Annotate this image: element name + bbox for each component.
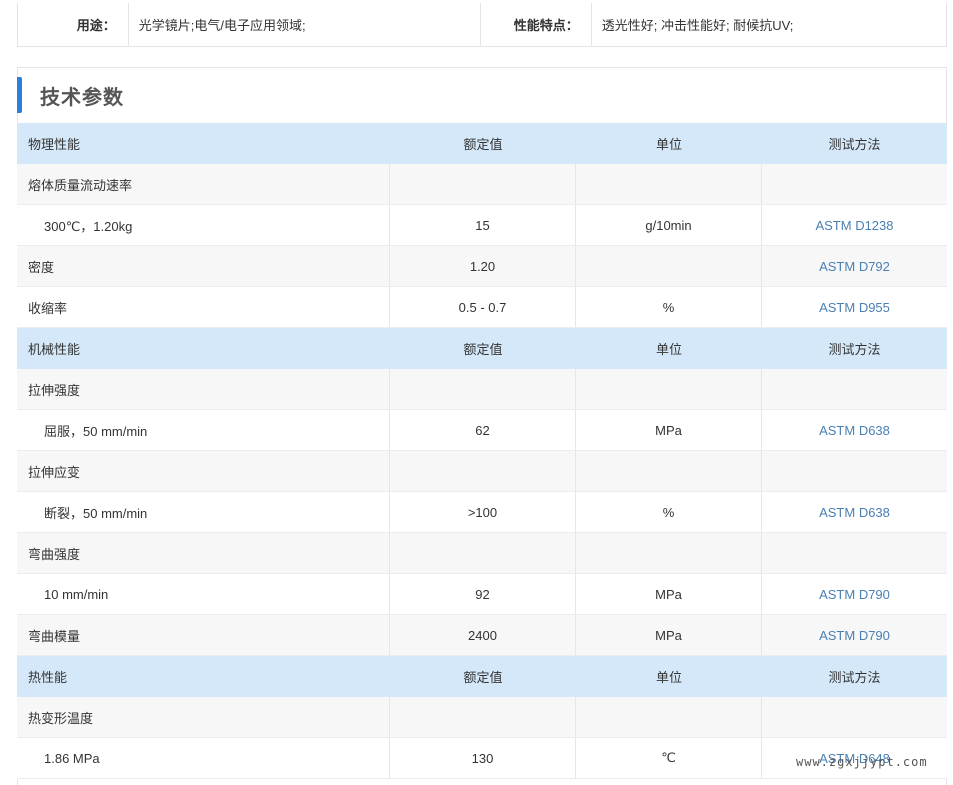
param-name: 热变形温度 bbox=[17, 697, 390, 737]
group-header-unit: 单位 bbox=[655, 136, 682, 152]
param-name: 收缩率 bbox=[17, 287, 390, 327]
group-header-unit: 单位 bbox=[655, 669, 682, 685]
group-header-name: 热性能 bbox=[28, 669, 68, 685]
usage-label: 用途： bbox=[18, 3, 129, 46]
param-name: 拉伸应变 bbox=[17, 451, 390, 491]
test-method-link bbox=[762, 164, 947, 204]
group-header-method: 测试方法 bbox=[828, 669, 881, 685]
param-value: 2400 bbox=[390, 615, 576, 655]
param-unit bbox=[576, 451, 762, 491]
group-header-value: 额定值 bbox=[463, 136, 503, 152]
params-table: 物理性能 额定值 单位 测试方法 熔体质量流动速率 300℃，1.20kg 15 g/10mi… bbox=[17, 123, 947, 779]
param-value bbox=[390, 451, 576, 491]
section-header: 技术参数 bbox=[17, 68, 946, 123]
test-method-link[interactable]: ASTM D792 bbox=[762, 246, 947, 286]
param-value bbox=[390, 697, 576, 737]
param-row: 拉伸应变 bbox=[17, 451, 947, 492]
param-row: 弯曲模量 2400 MPa ASTM D790 bbox=[17, 615, 947, 656]
test-method-link bbox=[762, 369, 947, 409]
group-header-row: 机械性能 额定值 单位 测试方法 bbox=[17, 328, 947, 369]
param-value: 1.20 bbox=[390, 246, 576, 286]
test-method-link bbox=[762, 533, 947, 573]
param-name: 拉伸强度 bbox=[17, 369, 390, 409]
group-header-name: 物理性能 bbox=[28, 136, 81, 152]
param-unit: g/10min bbox=[576, 205, 762, 245]
param-row: 熔体质量流动速率 bbox=[17, 164, 947, 205]
param-name: 熔体质量流动速率 bbox=[17, 164, 390, 204]
param-name: 密度 bbox=[17, 246, 390, 286]
param-name: 1.86 MPa bbox=[17, 738, 390, 778]
param-name: 300℃，1.20kg bbox=[17, 205, 390, 245]
test-method-link[interactable]: ASTM D638 bbox=[762, 492, 947, 532]
param-row: 热变形温度 bbox=[17, 697, 947, 738]
param-row: 断裂，50 mm/min >100% ASTM D638 bbox=[17, 492, 947, 533]
param-value bbox=[390, 533, 576, 573]
param-value: 15 bbox=[390, 205, 576, 245]
param-name: 10 mm/min bbox=[17, 574, 390, 614]
param-name: 弯曲模量 bbox=[17, 615, 390, 655]
param-row: 收缩率 0.5 - 0.7% ASTM D955 bbox=[17, 287, 947, 328]
group-header-name: 机械性能 bbox=[28, 341, 81, 357]
features-value: 透光性好; 冲击性能好; 耐候抗UV; bbox=[601, 18, 794, 33]
group-header-row: 物理性能 额定值 单位 测试方法 bbox=[17, 123, 947, 164]
param-row: 密度 1.20 ASTM D792 bbox=[17, 246, 947, 287]
test-method-link bbox=[762, 451, 947, 491]
test-method-link bbox=[762, 697, 947, 737]
group-header-method: 测试方法 bbox=[828, 341, 881, 357]
param-name: 屈服，50 mm/min bbox=[17, 410, 390, 450]
group-header-unit: 单位 bbox=[655, 341, 682, 357]
param-unit bbox=[576, 533, 762, 573]
param-unit: MPa bbox=[576, 574, 762, 614]
section-accent-bar bbox=[17, 77, 22, 113]
test-method-link[interactable]: ASTM D1238 bbox=[762, 205, 947, 245]
param-row: 300℃，1.20kg 15 g/10min ASTM D1238 bbox=[17, 205, 947, 246]
param-row: 拉伸强度 bbox=[17, 369, 947, 410]
param-value: 62 bbox=[390, 410, 576, 450]
param-unit bbox=[576, 246, 762, 286]
param-row: 弯曲强度 bbox=[17, 533, 947, 574]
param-unit bbox=[576, 164, 762, 204]
param-value: >100 bbox=[390, 492, 576, 532]
test-method-link[interactable]: ASTM D955 bbox=[762, 287, 947, 327]
param-value: 0.5 - 0.7 bbox=[390, 287, 576, 327]
usage-value: 光学镜片;电气/电子应用领域; bbox=[129, 3, 481, 46]
watermark: www.zgxjjypt.com bbox=[796, 755, 928, 769]
group-header-method: 测试方法 bbox=[828, 136, 881, 152]
param-value bbox=[390, 369, 576, 409]
tech-params-card: 技术参数 物理性能 额定值 单位 测试方法 熔体质量流动速率 300℃，1.20kg 15 g… bbox=[17, 67, 947, 785]
param-name: 弯曲强度 bbox=[17, 533, 390, 573]
param-value bbox=[390, 164, 576, 204]
param-unit bbox=[576, 697, 762, 737]
param-row: 10 mm/min 92 MPa ASTM D790 bbox=[17, 574, 947, 615]
group-header-value: 额定值 bbox=[463, 669, 503, 685]
test-method-link[interactable]: ASTM D790 bbox=[762, 574, 947, 614]
param-unit: ℃ bbox=[576, 738, 762, 778]
section-title: 技术参数 bbox=[40, 87, 124, 109]
test-method-link[interactable]: ASTM D638 bbox=[762, 410, 947, 450]
param-unit bbox=[576, 369, 762, 409]
param-unit: % bbox=[576, 492, 762, 532]
features-label: 性能特点： bbox=[481, 3, 592, 46]
param-value: 92 bbox=[390, 574, 576, 614]
param-unit: MPa bbox=[576, 615, 762, 655]
group-header-value: 额定值 bbox=[463, 341, 503, 357]
test-method-link[interactable]: ASTM D790 bbox=[762, 615, 947, 655]
group-header-row: 热性能 额定值 单位 测试方法 bbox=[17, 656, 947, 697]
param-value: 130 bbox=[390, 738, 576, 778]
param-unit: MPa bbox=[576, 410, 762, 450]
usage-table: 用途： 光学镜片;电气/电子应用领域; 性能特点： 透光性好; 冲击性能好; 耐… bbox=[17, 3, 947, 47]
param-name: 断裂，50 mm/min bbox=[17, 492, 390, 532]
param-row: 屈服，50 mm/min 62 MPa ASTM D638 bbox=[17, 410, 947, 451]
param-unit: % bbox=[576, 287, 762, 327]
